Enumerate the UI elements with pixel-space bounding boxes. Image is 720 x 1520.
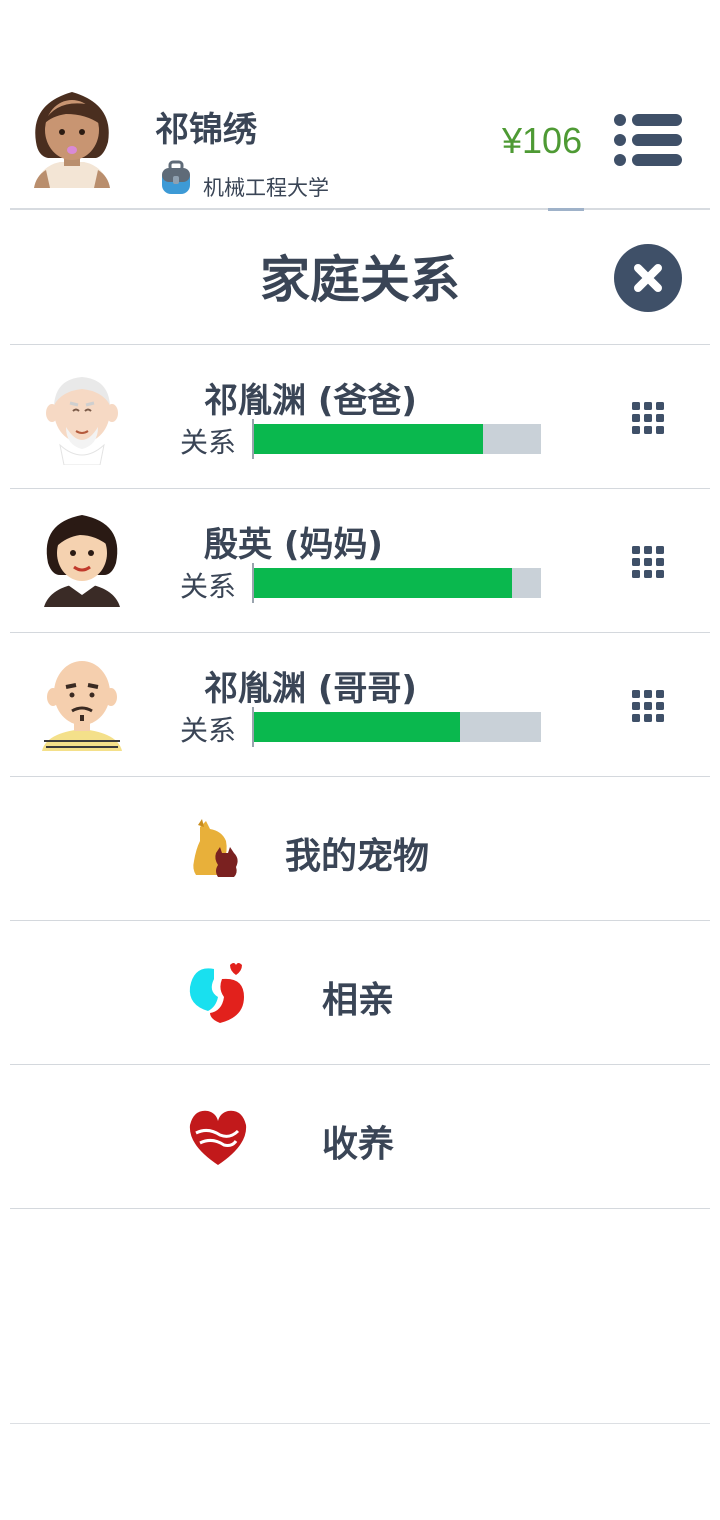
relation-label: 关系: [180, 570, 237, 603]
header-divider: [10, 208, 710, 210]
family-row-father[interactable]: 祁胤渊 (爸爸) 关系: [0, 345, 720, 489]
relation-label: 关系: [180, 426, 237, 459]
relation-label: 关系: [180, 714, 237, 747]
my-pets-button[interactable]: 我的宠物: [0, 777, 720, 921]
page-title: 家庭关系: [260, 251, 460, 309]
grid-menu-icon[interactable]: [630, 400, 666, 436]
grid-menu-icon[interactable]: [630, 544, 666, 580]
adopt-label: 收养: [322, 1124, 395, 1165]
pet-dog-cat-icon: [193, 819, 238, 877]
header-accent: [548, 208, 584, 211]
dating-button[interactable]: 相亲: [0, 921, 720, 1065]
family-member-name: 殷英 (妈妈): [204, 525, 383, 565]
grid-menu-icon[interactable]: [630, 688, 666, 724]
relation-bar-fill: [252, 424, 484, 454]
profile-header: 祁锦绣 机械工程大学 ¥106: [0, 0, 720, 211]
menu-list-icon[interactable]: [610, 110, 686, 170]
relation-bar-start: [252, 707, 254, 747]
money-balance: ¥106: [502, 120, 583, 161]
relation-bar-start: [252, 563, 254, 603]
family-member-name: 祁胤渊 (爸爸): [204, 381, 417, 421]
bald-man-avatar: [42, 661, 122, 751]
close-icon: [634, 264, 662, 292]
old-man-avatar: [46, 377, 118, 465]
relation-bar: [252, 424, 541, 454]
woman-avatar: [44, 515, 120, 607]
adopt-button[interactable]: 收养: [0, 1065, 720, 1209]
relation-bar: [252, 712, 541, 742]
family-row-mother[interactable]: 殷英 (妈妈) 关系: [0, 489, 720, 633]
relation-bar-fill: [252, 712, 461, 742]
user-name: 祁锦绣: [155, 110, 257, 150]
relation-bar-fill: [252, 568, 513, 598]
school-name: 机械工程大学: [203, 176, 329, 200]
relation-bar: [252, 568, 541, 598]
relation-bar-start: [252, 419, 254, 459]
couple-hearts-icon: [189, 963, 244, 1023]
my-pets-label: 我的宠物: [285, 836, 430, 877]
user-avatar[interactable]: [26, 84, 118, 190]
school-bag-icon: [162, 160, 190, 194]
close-button[interactable]: [614, 244, 682, 312]
divider: [10, 1208, 710, 1209]
family-row-brother[interactable]: 祁胤渊 (哥哥) 关系: [0, 633, 720, 777]
bottom-divider: [10, 1423, 710, 1424]
dating-label: 相亲: [322, 980, 395, 1021]
family-member-name: 祁胤渊 (哥哥): [204, 669, 417, 709]
hug-heart-icon: [189, 1110, 247, 1165]
